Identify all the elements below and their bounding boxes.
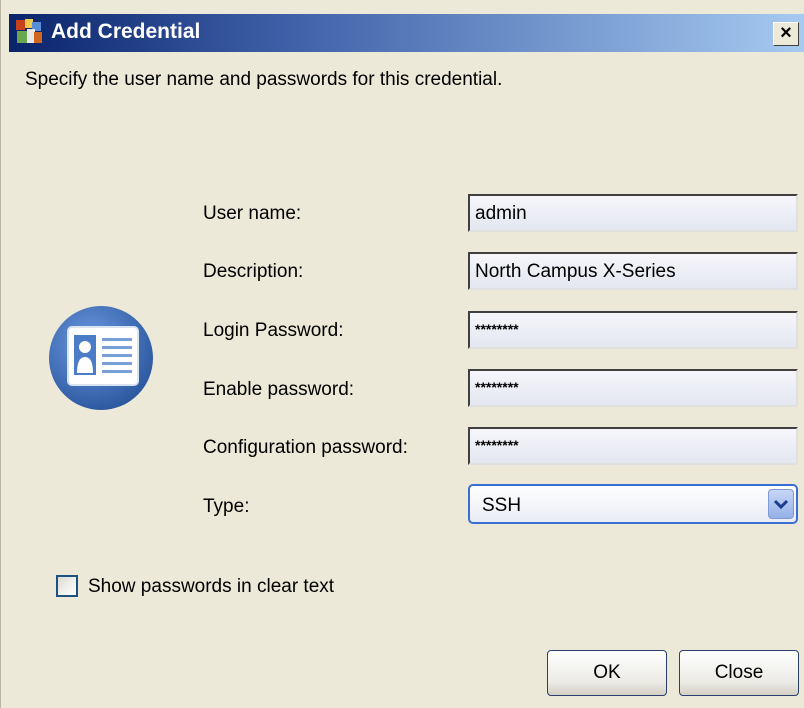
credential-card-icon [49, 306, 153, 410]
enable-password-input[interactable]: ******** [468, 369, 798, 407]
type-label: Type: [203, 496, 250, 517]
instruction-text: Specify the user name and passwords for … [25, 69, 503, 90]
ok-button[interactable]: OK [547, 650, 667, 696]
type-dropdown-button[interactable] [768, 489, 794, 519]
configuration-password-label: Configuration password: [203, 437, 408, 458]
close-icon: × [780, 22, 792, 44]
description-label: Description: [203, 261, 304, 282]
login-password-input[interactable]: ******** [468, 311, 798, 349]
username-input[interactable]: admin [468, 194, 798, 232]
type-select-value: SSH [482, 495, 522, 516]
app-icon [16, 19, 42, 43]
enable-password-label: Enable password: [203, 379, 355, 400]
close-window-button[interactable]: × [773, 22, 799, 46]
close-button[interactable]: Close [679, 650, 799, 696]
show-passwords-checkbox[interactable] [56, 575, 78, 597]
chevron-down-icon [773, 499, 789, 510]
type-select[interactable]: SSH [468, 484, 798, 524]
title-bar[interactable]: Add Credential × [9, 14, 804, 52]
add-credential-dialog: Add Credential × Specify the user name a… [0, 0, 804, 708]
username-label: User name: [203, 203, 302, 224]
dialog-title: Add Credential [51, 20, 201, 43]
description-input[interactable]: North Campus X-Series [468, 252, 798, 290]
login-password-label: Login Password: [203, 320, 344, 341]
configuration-password-input[interactable]: ******** [468, 427, 798, 465]
show-passwords-label[interactable]: Show passwords in clear text [88, 576, 334, 598]
